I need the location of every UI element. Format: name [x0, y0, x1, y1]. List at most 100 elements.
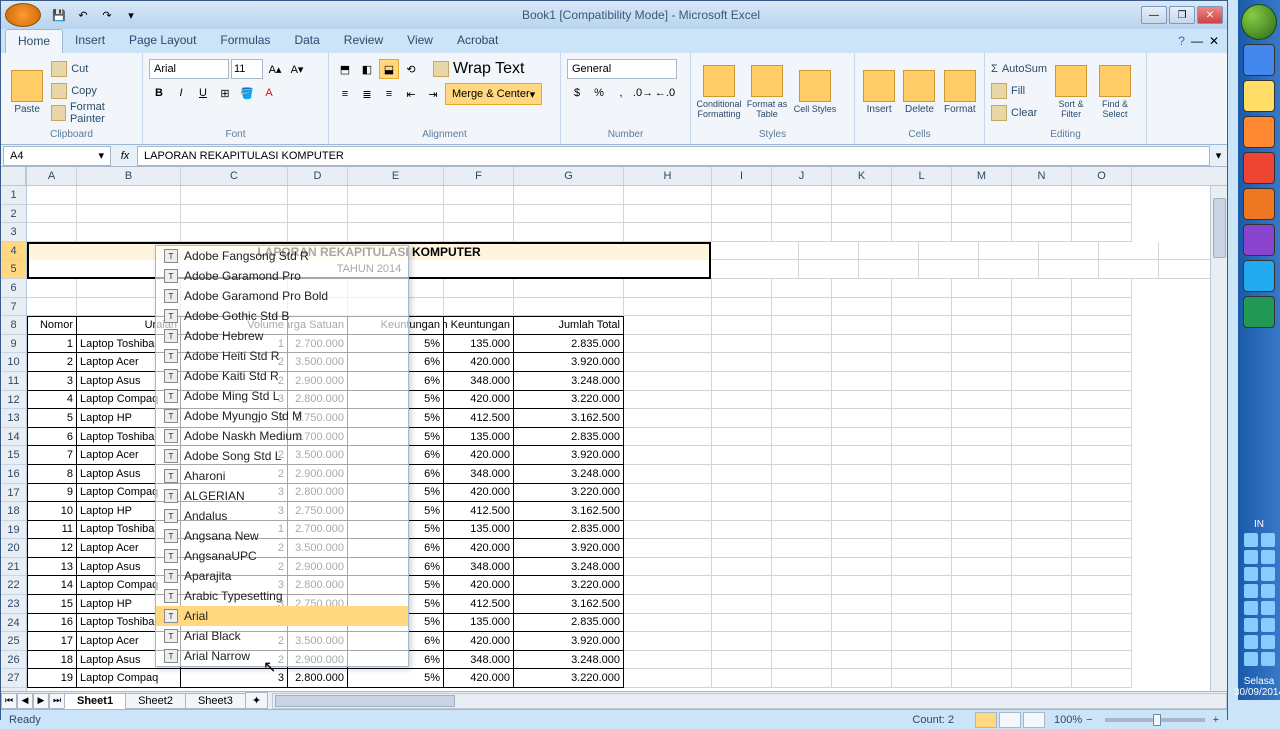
cell[interactable] [892, 502, 952, 521]
help-icon[interactable]: ? [1178, 34, 1185, 48]
cell[interactable] [1072, 409, 1132, 428]
table-cell[interactable]: 135.000 [444, 614, 514, 633]
task-ie-icon[interactable] [1243, 44, 1275, 76]
font-dropdown-item[interactable]: TAparajita [156, 566, 408, 586]
align-center-icon[interactable]: ≣ [357, 84, 377, 104]
table-cell[interactable]: 15 [27, 595, 77, 614]
table-cell[interactable]: 135.000 [444, 335, 514, 354]
font-dropdown-item[interactable]: TAharoni [156, 466, 408, 486]
font-dropdown-item[interactable]: TAdobe Garamond Pro Bold [156, 286, 408, 306]
cell[interactable] [952, 335, 1012, 354]
undo-icon[interactable]: ↶ [73, 5, 93, 25]
cell[interactable] [348, 205, 444, 224]
cell[interactable] [952, 484, 1012, 503]
table-cell[interactable]: 6 [27, 428, 77, 447]
align-middle-icon[interactable]: ◧ [357, 59, 377, 79]
table-cell[interactable]: 14 [27, 576, 77, 595]
cell[interactable] [712, 279, 772, 298]
cell[interactable] [1072, 576, 1132, 595]
cell[interactable] [952, 502, 1012, 521]
cell[interactable] [772, 632, 832, 651]
cell[interactable] [832, 186, 892, 205]
delete-cells-button[interactable]: Delete [901, 59, 937, 125]
cell[interactable] [624, 279, 712, 298]
cell[interactable] [1072, 595, 1132, 614]
task-explorer-icon[interactable] [1243, 80, 1275, 112]
tab-data[interactable]: Data [282, 29, 331, 53]
font-dropdown-item[interactable]: TAdobe Heiti Std R [156, 346, 408, 366]
cell[interactable] [712, 298, 772, 317]
italic-button[interactable]: I [171, 83, 191, 103]
cell[interactable] [27, 279, 77, 298]
format-cells-button[interactable]: Format [942, 59, 978, 125]
table-cell[interactable]: 3.220.000 [514, 576, 624, 595]
align-left-icon[interactable]: ≡ [335, 84, 355, 104]
cell[interactable] [1072, 484, 1132, 503]
column-header[interactable]: K [832, 167, 892, 185]
cell[interactable] [1072, 465, 1132, 484]
cell[interactable] [832, 669, 892, 688]
office-button[interactable] [5, 3, 41, 27]
cell[interactable] [1012, 539, 1072, 558]
tab-page-layout[interactable]: Page Layout [117, 29, 208, 53]
cell[interactable] [892, 521, 952, 540]
cell[interactable] [624, 372, 712, 391]
task-skype-icon[interactable] [1243, 260, 1275, 292]
cell[interactable] [1012, 391, 1072, 410]
cell[interactable] [979, 242, 1039, 261]
font-dropdown-item[interactable]: TArial Narrow [156, 646, 408, 666]
cell[interactable] [772, 316, 832, 335]
tray-icon[interactable] [1244, 533, 1258, 547]
ribbon-minimize-icon[interactable]: — [1191, 34, 1203, 48]
cell[interactable] [288, 223, 348, 242]
column-header[interactable]: C [181, 167, 288, 185]
cell[interactable] [444, 223, 514, 242]
cell[interactable] [514, 223, 624, 242]
cell[interactable] [892, 669, 952, 688]
cell[interactable] [1072, 279, 1132, 298]
font-dropdown-item[interactable]: TAdobe Song Std L [156, 446, 408, 466]
cell[interactable] [772, 391, 832, 410]
cell[interactable] [1072, 186, 1132, 205]
column-header[interactable]: G [514, 167, 624, 185]
cell[interactable] [1012, 558, 1072, 577]
column-header[interactable]: D [288, 167, 348, 185]
cell[interactable] [624, 669, 712, 688]
table-cell[interactable]: 16 [27, 614, 77, 633]
row-header[interactable]: 20 [1, 539, 26, 558]
cell[interactable] [952, 446, 1012, 465]
row-header[interactable]: 23 [1, 595, 26, 614]
row-header[interactable]: 11 [1, 372, 26, 391]
cell[interactable] [624, 521, 712, 540]
task-yahoo-icon[interactable] [1243, 224, 1275, 256]
row-header[interactable]: 14 [1, 428, 26, 447]
number-format-select[interactable] [567, 59, 677, 79]
cell[interactable] [832, 632, 892, 651]
cell[interactable] [77, 186, 181, 205]
tray-icon[interactable] [1261, 635, 1275, 649]
cell[interactable] [919, 242, 979, 261]
cell[interactable] [624, 484, 712, 503]
sort-filter-button[interactable]: Sort & Filter [1051, 59, 1091, 125]
taskbar-clock[interactable]: Selasa 30/09/2014 [1232, 674, 1280, 700]
font-dropdown-item[interactable]: TAdobe Ming Std L [156, 386, 408, 406]
tab-insert[interactable]: Insert [63, 29, 117, 53]
cell[interactable] [832, 391, 892, 410]
cell[interactable] [624, 502, 712, 521]
cell[interactable] [1012, 614, 1072, 633]
cell[interactable] [892, 372, 952, 391]
tab-acrobat[interactable]: Acrobat [445, 29, 510, 53]
cell[interactable] [892, 391, 952, 410]
cell[interactable] [624, 391, 712, 410]
table-cell[interactable]: 348.000 [444, 372, 514, 391]
cell-styles-button[interactable]: Cell Styles [793, 59, 837, 125]
grow-font-icon[interactable]: A▴ [265, 59, 285, 79]
font-dropdown-item[interactable]: TAdobe Garamond Pro [156, 266, 408, 286]
tray-icon[interactable] [1261, 652, 1275, 666]
table-cell[interactable]: 2.800.000 [288, 669, 348, 688]
cell[interactable] [892, 614, 952, 633]
row-header[interactable]: 17 [1, 484, 26, 503]
tray-icon[interactable] [1261, 618, 1275, 632]
tray-icon[interactable] [1261, 567, 1275, 581]
table-cell[interactable]: 2.835.000 [514, 521, 624, 540]
